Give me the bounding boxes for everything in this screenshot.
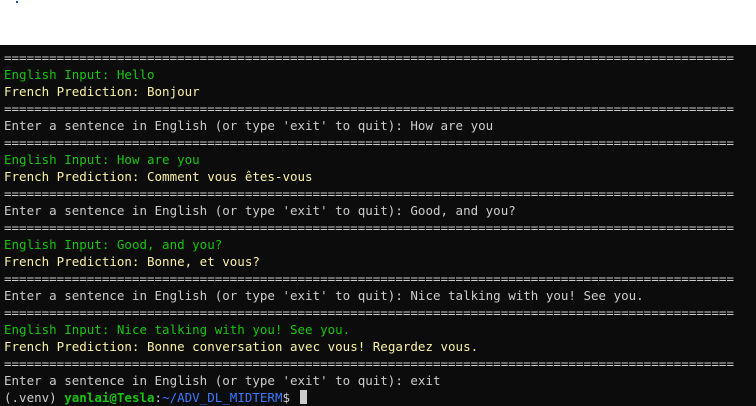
separator-line: ========================================… [4, 271, 734, 286]
separator-line: ========================================… [4, 50, 734, 65]
text-cursor [299, 390, 307, 404]
separator-line: ========================================… [4, 101, 734, 116]
separator-line: ========================================… [4, 186, 734, 201]
venv-label: (.venv) [4, 390, 65, 405]
english-input-line: English Input: Nice talking with you! Se… [4, 322, 351, 337]
user-host: yanlai@Tesla [64, 390, 155, 405]
shell-prompt-line[interactable]: (.venv) yanlai@Tesla:~/ADV_DL_MIDTERM$ [4, 389, 756, 406]
terminal-window[interactable]: ========================================… [0, 45, 756, 406]
french-prediction-line: French Prediction: Bonjour [4, 84, 200, 99]
english-input-line: English Input: Good, and you? [4, 237, 223, 252]
top-dot [16, 1, 18, 3]
prompt-line: Enter a sentence in English (or type 'ex… [4, 203, 516, 218]
separator-line: ========================================… [4, 305, 734, 320]
french-prediction-line: French Prediction: Bonne conversation av… [4, 339, 479, 354]
english-input-line: English Input: Hello [4, 67, 155, 82]
english-input-line: English Input: How are you [4, 152, 200, 167]
cwd-path: ~/ADV_DL_MIDTERM [162, 390, 283, 405]
prompt-line: Enter a sentence in English (or type 'ex… [4, 373, 441, 388]
prompt-line: Enter a sentence in English (or type 'ex… [4, 288, 644, 303]
separator-line: ========================================… [4, 135, 734, 150]
french-prediction-line: French Prediction: Comment vous êtes-vou… [4, 169, 313, 184]
french-prediction-line: French Prediction: Bonne, et vous? [4, 254, 260, 269]
top-white-area [0, 0, 756, 45]
separator-line: ========================================… [4, 356, 734, 371]
separator-line: ========================================… [4, 220, 734, 235]
prompt-line: Enter a sentence in English (or type 'ex… [4, 118, 494, 133]
